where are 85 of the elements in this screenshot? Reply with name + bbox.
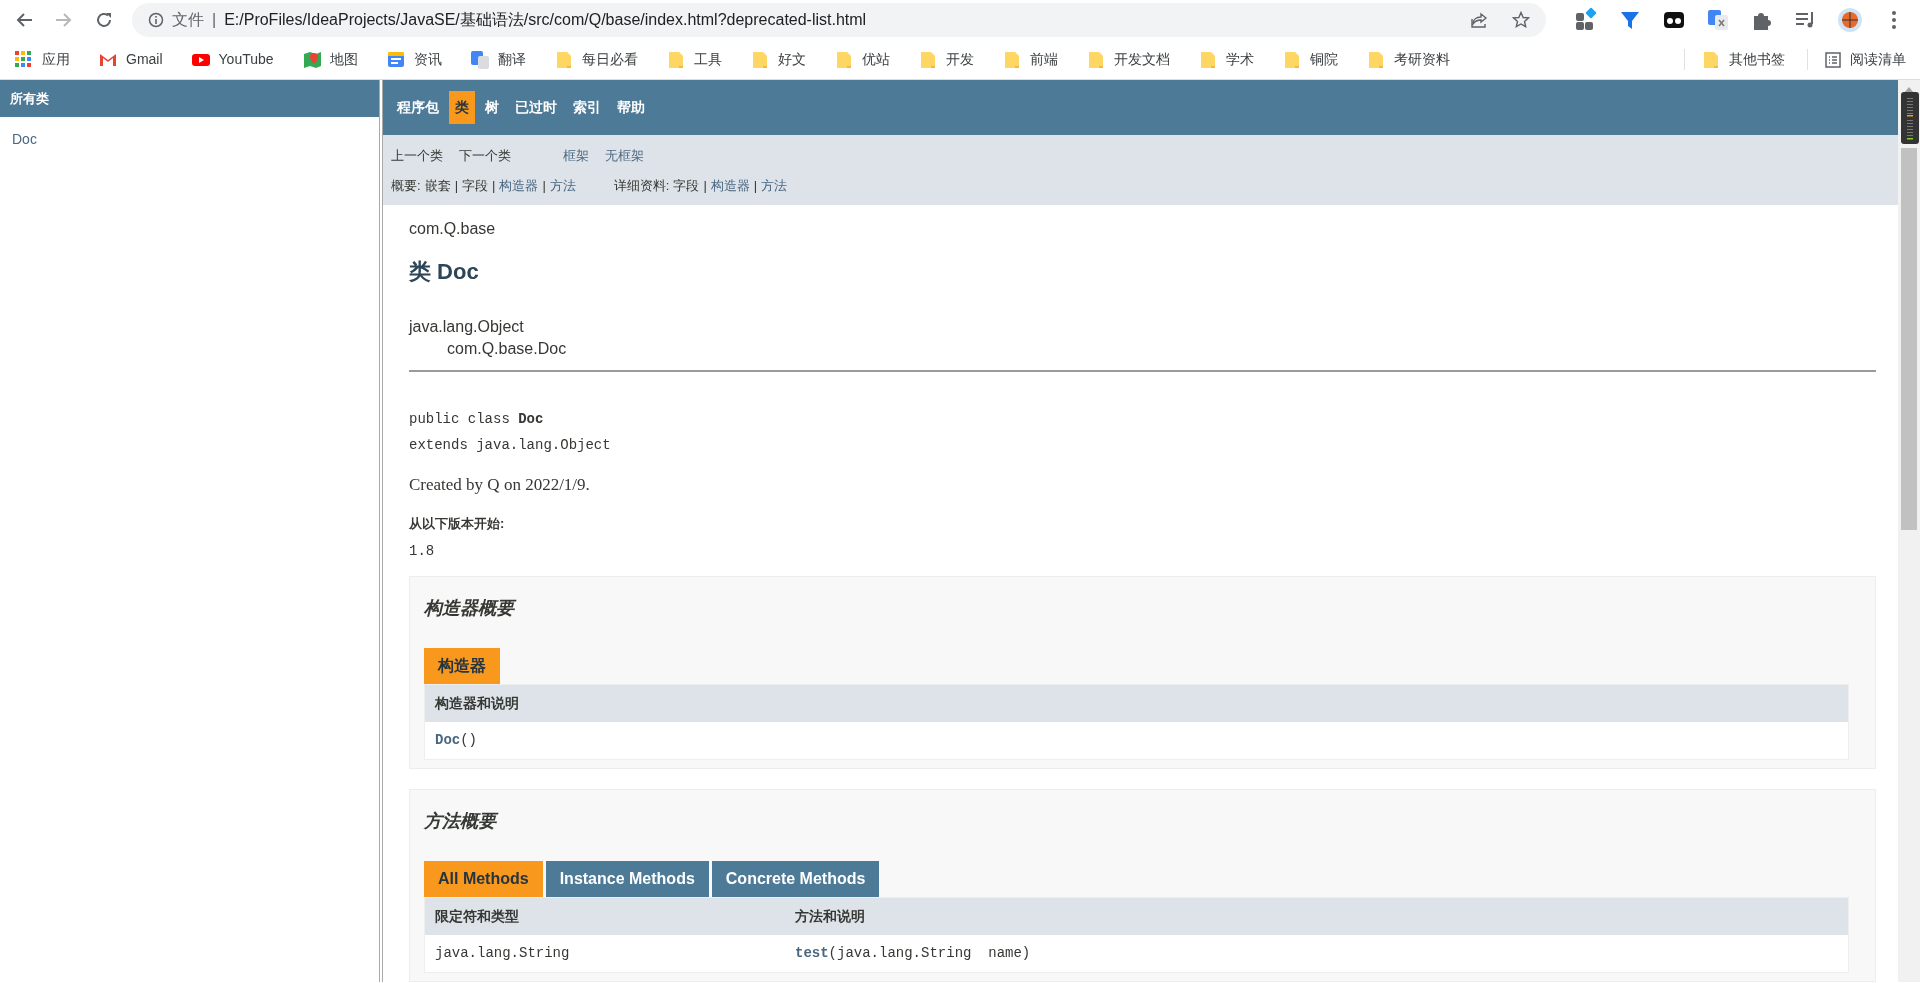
bookmark[interactable]: 其他书签: [1684, 49, 1791, 70]
grid-icon: [14, 49, 34, 70]
inheritance-item: java.lang.Object: [409, 318, 524, 335]
bookmark[interactable]: 铜院: [1275, 49, 1344, 70]
bookmark[interactable]: 开发: [911, 49, 980, 70]
url-text[interactable]: E:/ProFiles/IdeaProjects/JavaSE/基础语法/src/com/Q/base/index.html?deprecated-list.html: [224, 8, 1462, 32]
table-tab[interactable]: Concrete Methods: [711, 861, 880, 897]
bookmark[interactable]: 好文: [743, 49, 812, 70]
nav-link[interactable]: 无框架: [605, 146, 644, 166]
maps-icon: [301, 49, 322, 70]
column-header: 构造器和说明: [435, 695, 519, 711]
table-tab[interactable]: 构造器: [424, 648, 500, 684]
nav-item[interactable]: 类: [449, 91, 475, 124]
nav-link[interactable]: 构造器: [710, 176, 750, 196]
package-name: com.Q.base: [409, 219, 497, 239]
signature-line: public class Doc: [409, 411, 544, 427]
list-icon: [1824, 50, 1842, 69]
signature-line: extends java.lang.Object: [409, 437, 611, 453]
bookmark[interactable]: 每日必看: [547, 49, 644, 70]
bookmark[interactable]: 开发文档: [1079, 49, 1176, 70]
nav-item[interactable]: 树: [479, 91, 505, 124]
bookmark[interactable]: Gmail: [92, 49, 169, 70]
nav-text: 上一个类: [391, 147, 443, 166]
column-header: 方法和说明: [795, 908, 865, 924]
nav-item[interactable]: 已过时: [509, 91, 563, 124]
method-link[interactable]: test: [795, 943, 829, 964]
folder-icon: [1701, 49, 1721, 70]
nav-link[interactable]: 方法: [549, 176, 576, 196]
bookmark[interactable]: 资讯: [379, 49, 448, 70]
scrollbar-thumb[interactable]: [1901, 148, 1917, 530]
description: Created by Q on 2022/1/9.: [409, 475, 590, 494]
bookmark[interactable]: 优站: [827, 49, 896, 70]
column-header: 限定符和类型: [435, 908, 519, 924]
separator: |: [492, 177, 496, 196]
table-tab[interactable]: Instance Methods: [545, 861, 709, 897]
bookmark[interactable]: 地图: [295, 49, 364, 70]
reading-list-button[interactable]: 阅读清单: [1807, 49, 1912, 70]
share-icon[interactable]: [1470, 11, 1488, 29]
nav-text: 嵌套: [424, 177, 451, 196]
nav-link[interactable]: 构造器: [499, 176, 539, 196]
nav-link[interactable]: 框架: [563, 146, 589, 166]
class-link[interactable]: Doc: [12, 129, 37, 150]
address-bar[interactable]: 文件 | E:/ProFiles/IdeaProjects/JavaSE/基础语法/src/com/Q/base/index.html?deprecated-list.html: [132, 3, 1546, 37]
nav-item[interactable]: 程序包: [391, 91, 445, 124]
bookmark[interactable]: YouTube: [184, 49, 280, 70]
parameter-list: (java.lang.String name): [828, 943, 1031, 964]
inheritance-item: com.Q.base.Doc: [447, 340, 567, 357]
nav-item[interactable]: 帮助: [611, 91, 651, 124]
scheme-label: 文件: [172, 10, 204, 30]
nav-text: 字段: [462, 177, 488, 196]
table-tab[interactable]: All Methods: [424, 861, 543, 897]
nav-link[interactable]: 方法: [761, 176, 788, 196]
type-text: java.lang.String: [435, 945, 570, 961]
separator: |: [454, 177, 458, 196]
nav-label: 概要:: [391, 177, 421, 196]
bookmark[interactable]: 应用: [8, 49, 76, 70]
separator: |: [703, 177, 707, 196]
news-icon: [385, 49, 406, 70]
nav-label: 详细资料:: [613, 177, 670, 196]
bookmark[interactable]: 考研资料: [1359, 49, 1456, 70]
nav-text: 下一个类: [459, 147, 511, 166]
reload-icon: [95, 11, 113, 29]
forward-icon: [55, 11, 73, 29]
nav-item[interactable]: 索引: [567, 91, 607, 124]
translate-icon[interactable]: [1705, 7, 1731, 33]
translate-icon: [469, 49, 490, 70]
bookmark[interactable]: 学术: [1191, 49, 1260, 70]
parameter-list: (): [460, 730, 478, 751]
bookmark[interactable]: 工具: [659, 49, 728, 70]
avatar-icon[interactable]: [1837, 7, 1863, 33]
separator: |: [753, 177, 758, 196]
bookmark[interactable]: 翻译: [463, 49, 532, 70]
info-icon[interactable]: [148, 12, 164, 28]
separator: |: [212, 10, 217, 30]
since-value: 1.8: [409, 543, 435, 559]
constructor-link[interactable]: Doc: [435, 730, 461, 751]
bookmark[interactable]: 前端: [995, 49, 1064, 70]
dashboard-icon[interactable]: [1573, 7, 1599, 33]
star-icon[interactable]: [1512, 11, 1530, 29]
since-label: 从以下版本开始:: [409, 515, 505, 531]
separator: |: [542, 177, 546, 196]
frame-title: 所有类: [0, 80, 379, 117]
nav-text: 字段: [673, 177, 700, 196]
class-title: 类 Doc: [409, 258, 480, 286]
back-icon: [15, 11, 33, 29]
